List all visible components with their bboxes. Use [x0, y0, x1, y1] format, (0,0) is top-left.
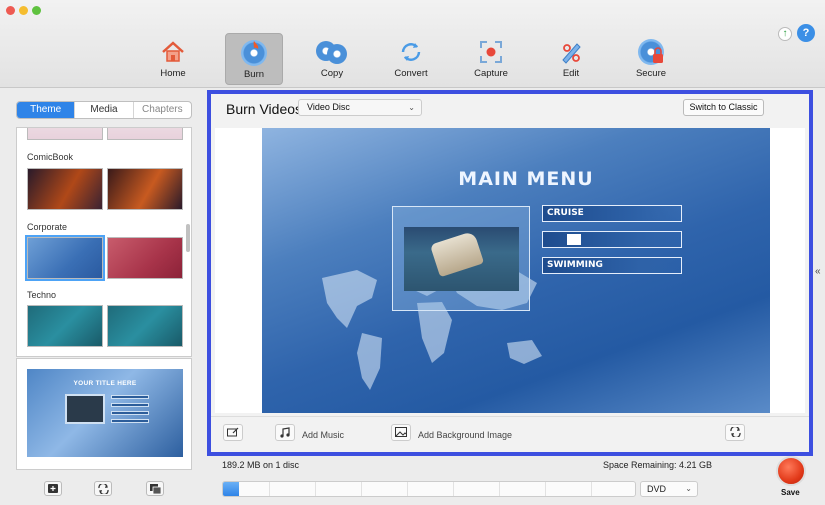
- menu-button-cruise[interactable]: CRUISE: [542, 205, 682, 222]
- page-title: Burn Videos: [226, 101, 303, 117]
- theme-preview-photo: [65, 394, 105, 424]
- theme-preview: YOUR TITLE HERE: [16, 358, 192, 470]
- refresh-menu-button[interactable]: [725, 424, 745, 441]
- disc-capacity-fill: [223, 482, 240, 496]
- burn-disc-icon: [241, 40, 267, 66]
- edit-text-icon: [227, 427, 239, 437]
- theme-preview-title: YOUR TITLE HERE: [73, 380, 137, 387]
- theme-thumbnail[interactable]: [27, 128, 103, 140]
- add-music-button[interactable]: [275, 424, 295, 441]
- add-theme-button[interactable]: [44, 481, 62, 496]
- copy-disc-icon: [316, 39, 347, 65]
- window-close-button[interactable]: [6, 6, 15, 15]
- theme-thumbnail[interactable]: [107, 237, 183, 279]
- tab-media[interactable]: Media: [74, 102, 132, 118]
- toolbar-burn-label: Burn: [243, 69, 265, 80]
- main-toolbar: Home Burn Copy Convert Capture Edit Secu…: [0, 0, 825, 88]
- dvd-menu-preview[interactable]: MAIN MENU CRUISE SWIMMING: [262, 128, 770, 413]
- menu-button-text-box: [567, 234, 581, 245]
- toolbar-burn[interactable]: Burn: [225, 33, 283, 85]
- theme-name-comicbook: ComicBook: [27, 152, 74, 162]
- toolbar-secure-label: Secure: [635, 68, 667, 79]
- menu-title: MAIN MENU: [458, 168, 594, 190]
- save-button[interactable]: [776, 456, 806, 486]
- add-background-image-label[interactable]: Add Background Image: [418, 430, 512, 440]
- customize-theme-button[interactable]: [146, 481, 164, 496]
- toolbar-edit-label: Edit: [562, 68, 580, 79]
- disc-size-status: 189.2 MB on 1 disc: [222, 460, 300, 470]
- disc-format-value: DVD: [647, 484, 667, 494]
- toolbar-edit[interactable]: Edit: [542, 33, 600, 85]
- capture-icon: [478, 39, 504, 65]
- menu-button-swimming[interactable]: SWIMMING: [542, 257, 682, 274]
- image-icon: [395, 427, 407, 437]
- disc-type-select[interactable]: Video Disc ⌄: [298, 99, 422, 116]
- refresh-icon: [729, 425, 741, 439]
- theme-thumbnail[interactable]: [107, 128, 183, 140]
- up-arrow-icon[interactable]: ↑: [778, 27, 792, 41]
- theme-name-corporate: Corporate: [27, 222, 68, 232]
- save-label: Save: [781, 488, 800, 497]
- help-button[interactable]: ?: [797, 24, 815, 42]
- left-panel-tabs: Theme Media Chapters: [16, 101, 192, 119]
- theme-thumbnail[interactable]: [107, 305, 183, 347]
- add-background-image-button[interactable]: [391, 424, 411, 441]
- disc-format-select[interactable]: DVD ⌄: [640, 481, 698, 497]
- disc-capacity-bar: [222, 481, 636, 497]
- toolbar-copy-label: Copy: [320, 68, 344, 79]
- tab-chapters[interactable]: Chapters: [132, 102, 191, 118]
- add-music-label[interactable]: Add Music: [302, 430, 344, 440]
- music-note-icon: [280, 427, 290, 438]
- toolbar-copy[interactable]: Copy: [303, 33, 361, 85]
- switch-to-classic-button[interactable]: Switch to Classic: [683, 99, 764, 116]
- toolbar-home[interactable]: Home: [144, 33, 202, 85]
- toolbar-capture[interactable]: Capture: [462, 33, 520, 85]
- theme-preview-image: YOUR TITLE HERE: [27, 369, 183, 457]
- theme-preview-button: [111, 411, 149, 415]
- menu-photo-frame: [392, 206, 530, 311]
- refresh-theme-button[interactable]: [94, 481, 112, 496]
- theme-thumbnail[interactable]: [27, 168, 103, 210]
- theme-thumbnail[interactable]: [107, 168, 183, 210]
- window-zoom-button[interactable]: [32, 6, 41, 15]
- theme-preview-button: [111, 419, 149, 423]
- secure-disc-icon: [638, 39, 664, 65]
- chevron-down-icon: ⌄: [408, 103, 415, 112]
- edit-text-button[interactable]: [223, 424, 243, 441]
- theme-preview-button: [111, 403, 149, 407]
- convert-icon: [398, 39, 424, 65]
- theme-thumbnail[interactable]: [27, 305, 103, 347]
- tab-theme[interactable]: Theme: [17, 102, 75, 118]
- space-remaining-status: Space Remaining: 4.21 GB: [603, 460, 713, 470]
- collapse-panel-icon[interactable]: «: [815, 266, 821, 277]
- chevron-down-icon: ⌄: [685, 484, 692, 493]
- toolbar-convert[interactable]: Convert: [382, 33, 440, 85]
- theme-list: ComicBook Corporate Techno: [16, 127, 192, 357]
- theme-thumbnail[interactable]: [25, 235, 105, 281]
- theme-preview-button: [111, 395, 149, 399]
- theme-name-techno: Techno: [27, 290, 57, 300]
- toolbar-convert-label: Convert: [394, 68, 428, 79]
- menu-photo: [404, 227, 519, 291]
- toolbar-capture-label: Capture: [474, 68, 508, 79]
- toolbar-secure[interactable]: Secure: [622, 33, 680, 85]
- edit-icon: [558, 39, 584, 65]
- toolbar-home-label: Home: [160, 68, 186, 79]
- menu-button-edit[interactable]: [542, 231, 682, 248]
- window-minimize-button[interactable]: [19, 6, 28, 15]
- disc-type-value: Video Disc: [307, 102, 350, 112]
- home-icon: [160, 39, 186, 65]
- theme-list-scrollbar[interactable]: [186, 224, 190, 252]
